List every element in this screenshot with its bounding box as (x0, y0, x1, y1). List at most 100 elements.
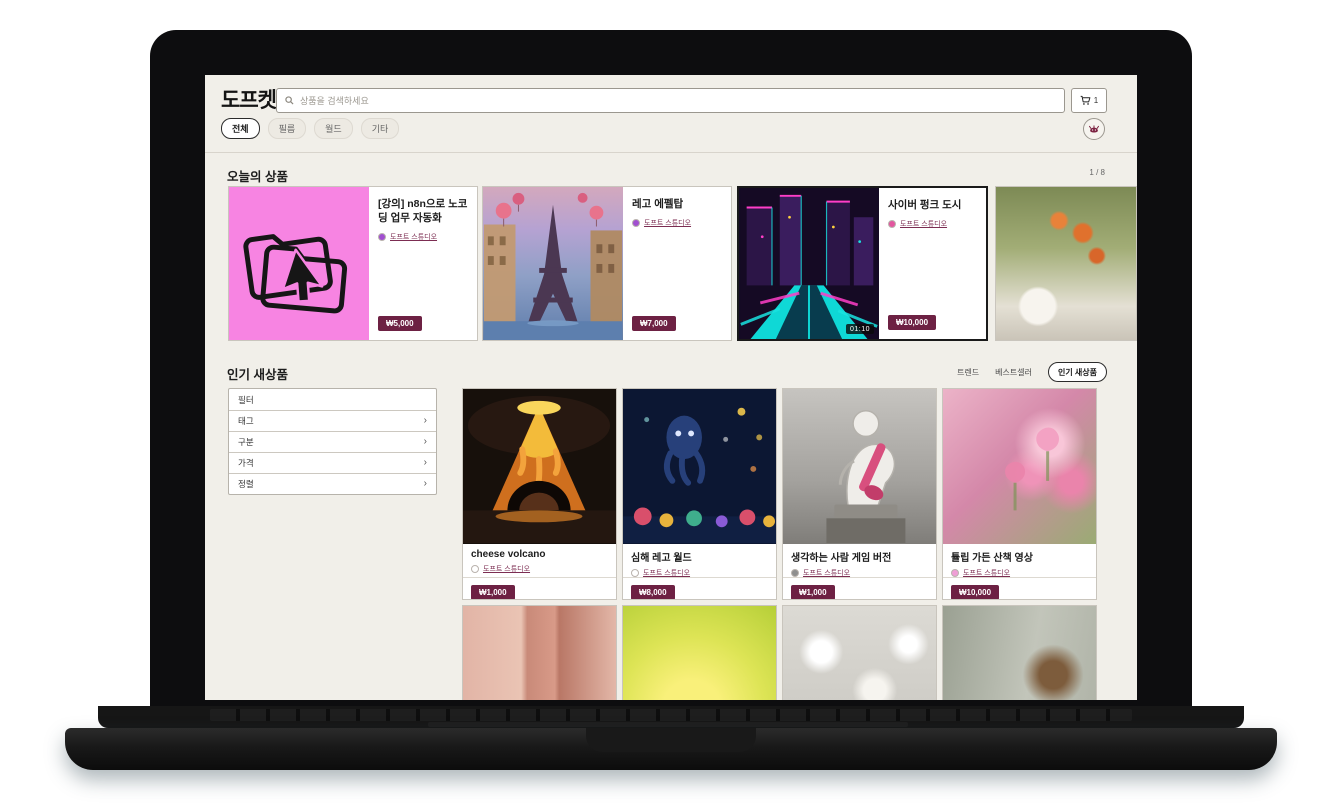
chip-film[interactable]: 필름 (268, 118, 307, 139)
product-card-pink-room-partial[interactable] (462, 605, 617, 700)
filter-item-label: 가격 (238, 457, 254, 469)
trackpad-notch (586, 728, 756, 752)
product-info: 튤립 가든 산책 영상 도프트 스튜디오 (943, 544, 1096, 577)
product-card-thinker-game[interactable]: 생각하는 사람 게임 버전 도프트 스튜디오 ₩1,000 (782, 388, 937, 600)
product-info: 생각하는 사람 게임 버전 도프트 스튜디오 (783, 544, 936, 577)
product-card-lemon-partial[interactable] (622, 605, 777, 700)
price-badge: ₩7,000 (632, 316, 676, 331)
product-image-tulip-garden (943, 389, 1096, 544)
laptop-base (65, 728, 1277, 770)
tab-trend[interactable]: 트렌드 (957, 367, 979, 378)
today-card-lego-eiffel[interactable]: 레고 에펠탑 도프트 스튜디오 ₩7,000 (482, 186, 732, 341)
product-title: 심해 레고 월드 (631, 549, 768, 564)
chip-all[interactable]: 전체 (221, 118, 260, 139)
product-card-squirrel-partial[interactable] (942, 605, 1097, 700)
crab-avatar-icon (1087, 122, 1101, 136)
product-info: 사이버 펑크 도시 도프트 스튜디오 ₩10,000 (879, 188, 986, 339)
seller-name: 도프트 스튜디오 (803, 568, 850, 578)
product-title: 생각하는 사람 게임 버전 (791, 549, 928, 564)
chip-world[interactable]: 월드 (314, 118, 353, 139)
filter-item-label: 태그 (238, 415, 254, 427)
product-image-deep-sea-lego (623, 389, 776, 544)
product-card-deep-sea-lego[interactable]: 심해 레고 월드 도프트 스튜디오 ₩8,000 (622, 388, 777, 600)
chevron-right-icon: › (424, 416, 427, 426)
product-info: [강의] n8n으로 노코딩 업무 자동화 도프트 스튜디오 ₩5,000 (369, 187, 477, 340)
seller-link[interactable]: 도프트 스튜디오 (471, 564, 608, 574)
product-title: [강의] n8n으로 노코딩 업무 자동화 (378, 197, 468, 225)
filter-sidebar: 필터 태그 › 구분 › 가격 › 정렬 › (228, 388, 437, 495)
filter-item-category[interactable]: 구분 › (229, 431, 436, 452)
product-image-folder-cursor (229, 187, 369, 340)
cheese-volcano-illustration (463, 389, 616, 544)
filter-item-sort[interactable]: 정렬 › (229, 473, 436, 494)
search-input[interactable] (300, 96, 1056, 106)
product-title: 사이버 펑크 도시 (888, 198, 977, 212)
tab-popular-new[interactable]: 인기 새상품 (1048, 362, 1107, 382)
deep-sea-illustration (623, 389, 776, 544)
cart-icon (1080, 95, 1091, 106)
product-title: 튤립 가든 산책 영상 (951, 549, 1088, 564)
seller-name: 도프트 스튜디오 (390, 232, 437, 242)
filter-item-label: 정렬 (238, 478, 254, 490)
popular-section-title: 인기 새상품 (227, 364, 288, 383)
today-card-cyberpunk-city[interactable]: 01:10 사이버 펑크 도시 도프트 스튜디오 ₩10,000 (737, 186, 988, 341)
product-title: 레고 에펠탑 (632, 197, 722, 211)
search-icon (285, 96, 294, 105)
seller-name: 도프트 스튜디오 (963, 568, 1010, 578)
carousel-pagination: 1 / 8 (1089, 168, 1105, 177)
keyboard-keys (210, 709, 1132, 721)
keyboard-spacebar (428, 722, 908, 727)
today-card-garden-partial[interactable] (995, 186, 1137, 341)
seller-link[interactable]: 도프트 스튜디오 (632, 218, 722, 228)
header-divider (205, 152, 1137, 153)
chevron-right-icon: › (424, 458, 427, 468)
today-card-n8n-course[interactable]: [강의] n8n으로 노코딩 업무 자동화 도프트 스튜디오 ₩5,000 (228, 186, 478, 341)
seller-avatar-dot (471, 565, 479, 573)
price-badge: ₩8,000 (631, 585, 675, 600)
seller-name: 도프트 스튜디오 (900, 219, 947, 229)
filter-item-label: 구분 (238, 436, 254, 448)
price-row: ₩1,000 (463, 577, 616, 600)
seller-avatar-dot (791, 569, 799, 577)
user-avatar[interactable] (1083, 118, 1105, 140)
eiffel-scene-illustration (483, 187, 623, 340)
product-card-bokeh-partial[interactable] (782, 605, 937, 700)
seller-avatar-dot (951, 569, 959, 577)
product-image-cheese-volcano (463, 389, 616, 544)
seller-link[interactable]: 도프트 스튜디오 (378, 232, 468, 242)
folder-cursor-illustration (229, 187, 369, 340)
video-duration-badge: 01:10 (846, 324, 874, 334)
product-info: cheese volcano 도프트 스튜디오 (463, 544, 616, 577)
cart-count-badge: 1 (1094, 96, 1098, 105)
seller-avatar-dot (631, 569, 639, 577)
price-badge: ₩10,000 (888, 315, 936, 330)
tab-bestseller[interactable]: 베스트셀러 (995, 367, 1032, 378)
product-info: 심해 레고 월드 도프트 스튜디오 (623, 544, 776, 577)
product-title: cheese volcano (471, 549, 608, 560)
seller-avatar-dot (632, 219, 640, 227)
seller-name: 도프트 스튜디오 (643, 568, 690, 578)
price-row: ₩1,000 (783, 577, 936, 600)
thinker-statue-illustration (783, 389, 936, 544)
today-section-title: 오늘의 상품 (227, 166, 288, 185)
search-bar[interactable] (276, 88, 1065, 113)
chip-etc[interactable]: 기타 (361, 118, 400, 139)
popular-tabs: 트렌드 베스트셀러 인기 새상품 (957, 362, 1107, 382)
seller-avatar-dot (378, 233, 386, 241)
price-badge: ₩5,000 (378, 316, 422, 331)
site-logo[interactable]: 도프켓 (221, 84, 276, 114)
product-info: 레고 에펠탑 도프트 스튜디오 ₩7,000 (623, 187, 731, 340)
filter-item-price[interactable]: 가격 › (229, 452, 436, 473)
filter-header: 필터 (229, 389, 436, 410)
chevron-right-icon: › (424, 437, 427, 447)
filter-item-tags[interactable]: 태그 › (229, 410, 436, 431)
seller-name: 도프트 스튜디오 (644, 218, 691, 228)
cart-button[interactable]: 1 (1071, 88, 1107, 113)
laptop-keyboard-deck (98, 706, 1244, 728)
product-card-tulip-garden[interactable]: 튤립 가든 산책 영상 도프트 스튜디오 ₩10,000 (942, 388, 1097, 600)
seller-link[interactable]: 도프트 스튜디오 (888, 219, 977, 229)
price-badge: ₩1,000 (471, 585, 515, 600)
price-badge: ₩10,000 (951, 585, 999, 600)
price-row: ₩10,000 (943, 577, 1096, 600)
product-card-cheese-volcano[interactable]: cheese volcano 도프트 스튜디오 ₩1,000 (462, 388, 617, 600)
